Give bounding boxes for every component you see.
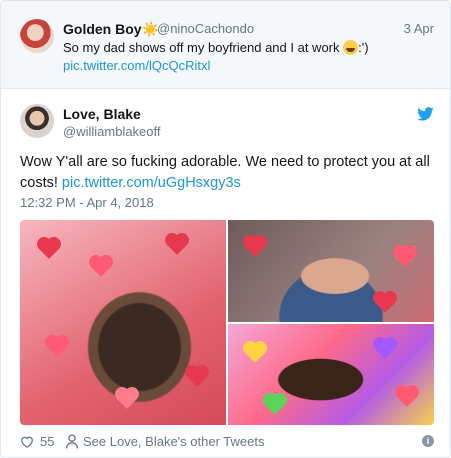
author-avatar[interactable] [20, 104, 54, 138]
tweet-timestamp[interactable]: 12:32 PM - Apr 4, 2018 [20, 195, 154, 210]
quoted-text-suffix: :') [358, 40, 369, 55]
heart-decoration [167, 235, 187, 255]
person-icon [65, 434, 79, 449]
heart-decoration [375, 339, 395, 359]
quoted-handle[interactable]: @ninoCachondo [157, 21, 254, 36]
heart-decoration [245, 237, 265, 257]
quoted-display-name[interactable]: Golden Boy☀️ [63, 21, 159, 38]
media-photo-3[interactable] [228, 324, 434, 425]
heart-decoration [47, 337, 67, 357]
heart-decoration [265, 395, 285, 415]
tweet-pic-link[interactable]: pic.twitter.com/uGgHsxgy3s [62, 175, 241, 191]
heart-decoration [397, 387, 417, 407]
quoted-text: So my dad shows off my boyfriend and I a… [63, 40, 369, 55]
heart-decoration [117, 389, 137, 409]
heart-icon[interactable] [20, 435, 34, 449]
embedded-tweet-card: Golden Boy☀️ @ninoCachondo 3 Apr So my d… [0, 0, 451, 458]
heart-decoration [245, 343, 265, 363]
quoted-pic-link[interactable]: pic.twitter.com/lQcQcRitxl [63, 58, 210, 73]
like-count[interactable]: 55 [40, 434, 54, 449]
heart-decoration [39, 239, 59, 259]
crying-emoji-icon [343, 40, 359, 55]
heart-decoration [187, 367, 207, 387]
heart-decoration [91, 257, 111, 277]
info-icon[interactable]: i [422, 435, 434, 447]
tweet-text: Wow Y'all are so fucking adorable. We ne… [20, 152, 435, 194]
quoted-text-body: So my dad shows off my boyfriend and I a… [63, 40, 344, 55]
tweet-media-grid[interactable] [20, 220, 434, 425]
other-tweets-link[interactable]: See Love, Blake's other Tweets [83, 434, 264, 449]
quoted-tweet[interactable]: Golden Boy☀️ @ninoCachondo 3 Apr So my d… [1, 1, 450, 89]
author-display-name[interactable]: Love, Blake [63, 106, 141, 122]
quoted-date[interactable]: 3 Apr [404, 21, 434, 36]
media-photo-2[interactable] [228, 220, 434, 322]
heart-decoration [375, 293, 395, 313]
author-handle[interactable]: @williamblakeoff [63, 124, 161, 139]
twitter-bird-icon[interactable] [417, 107, 434, 121]
quoted-avatar[interactable] [20, 19, 54, 53]
heart-decoration [395, 247, 415, 267]
quoted-name-text: Golden Boy [63, 21, 142, 37]
media-photo-1[interactable] [20, 220, 226, 425]
